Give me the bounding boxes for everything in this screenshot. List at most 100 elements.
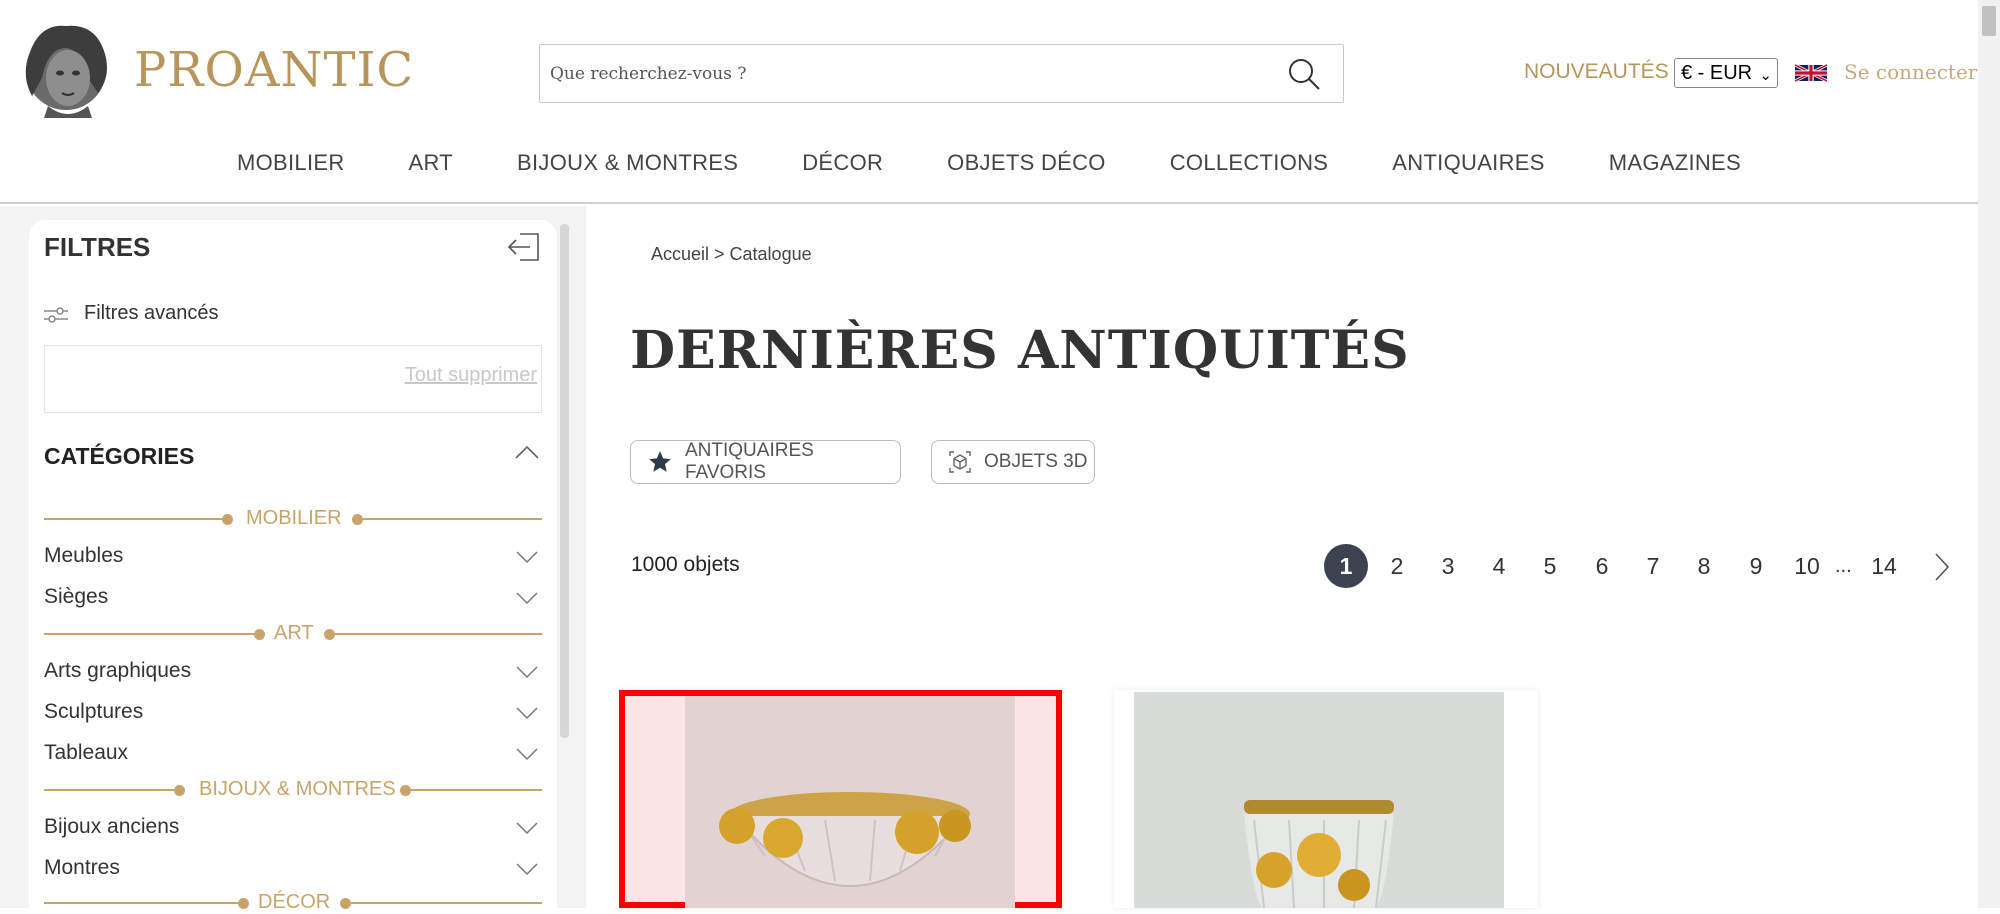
- divider-line: [335, 633, 542, 635]
- nav-item-magazines[interactable]: MAGAZINES: [1577, 150, 1773, 176]
- page-5-button[interactable]: 5: [1528, 544, 1572, 588]
- divider-dot: [222, 514, 233, 525]
- sidebar-scrollbar[interactable]: [560, 224, 569, 738]
- chevron-right-icon[interactable]: [1932, 552, 1952, 582]
- nav-item-bijoux-montres[interactable]: BIJOUX & MONTRES: [485, 150, 770, 176]
- nav-item-objets-deco[interactable]: OBJETS DÉCO: [915, 150, 1138, 176]
- chevron-down-icon[interactable]: [516, 747, 538, 761]
- divider-dot: [174, 785, 185, 796]
- nav-item-mobilier[interactable]: MOBILIER: [205, 150, 377, 176]
- nav-item-art[interactable]: ART: [377, 150, 486, 176]
- nav-item-antiquaires[interactable]: ANTIQUAIRES: [1360, 150, 1576, 176]
- nav-item-decor[interactable]: DÉCOR: [770, 150, 915, 176]
- logo-head-icon: [25, 25, 107, 118]
- logo[interactable]: PROANTIC: [18, 18, 414, 122]
- page-1-button[interactable]: 1: [1324, 544, 1368, 588]
- page-last-button[interactable]: 14: [1862, 544, 1906, 588]
- category-group-label: BIJOUX & MONTRES: [199, 778, 396, 800]
- result-count: 1000 objets: [631, 553, 740, 576]
- main-nav: MOBILIER ART BIJOUX & MONTRES DÉCOR OBJE…: [0, 150, 1978, 176]
- product-image: [685, 696, 1015, 908]
- category-item-label: Meubles: [44, 544, 124, 567]
- filters-title: FILTRES: [44, 232, 151, 262]
- divider-line: [44, 902, 238, 904]
- search-icon[interactable]: [1287, 57, 1321, 91]
- divider-line: [44, 789, 174, 791]
- divider-line: [411, 789, 542, 791]
- category-group-label: ART: [274, 622, 314, 644]
- category-item-label: Sculptures: [44, 700, 144, 723]
- category-group-label: MOBILIER: [246, 507, 342, 529]
- chevron-down-icon[interactable]: [516, 550, 538, 564]
- page-scrollbar[interactable]: [1978, 0, 2000, 908]
- collapse-sidebar-icon[interactable]: [506, 232, 540, 262]
- page-7-button[interactable]: 7: [1631, 544, 1675, 588]
- page-6-button[interactable]: 6: [1580, 544, 1624, 588]
- page-2-button[interactable]: 2: [1375, 544, 1419, 588]
- categories-title[interactable]: CATÉGORIES: [44, 443, 194, 470]
- divider-line: [351, 902, 542, 904]
- page-8-button[interactable]: 8: [1682, 544, 1726, 588]
- category-item-label: Sièges: [44, 585, 109, 608]
- clear-all-link[interactable]: Tout supprimer: [405, 364, 537, 387]
- category-divider-bijoux-montres: BIJOUX & MONTRES: [44, 778, 542, 800]
- divider-dot: [400, 785, 411, 796]
- category-item-arts-graphiques[interactable]: Arts graphiques: [44, 657, 542, 689]
- divider-dot: [340, 898, 351, 909]
- divider-line: [44, 518, 222, 520]
- advanced-filters-link[interactable]: Filtres avancés: [84, 302, 219, 325]
- star-icon: [649, 451, 671, 472]
- divider-dot: [352, 514, 363, 525]
- page-4-button[interactable]: 4: [1477, 544, 1521, 588]
- search-input[interactable]: [550, 45, 1270, 102]
- category-item-label: Arts graphiques: [44, 659, 192, 682]
- divider-line: [363, 518, 542, 520]
- category-item-meubles[interactable]: Meubles: [44, 542, 542, 574]
- category-item-montres[interactable]: Montres: [44, 854, 542, 886]
- category-item-sculptures[interactable]: Sculptures: [44, 698, 542, 730]
- uk-flag-icon[interactable]: [1795, 61, 1827, 85]
- product-card[interactable]: [1114, 690, 1538, 909]
- category-divider-art: ART: [44, 622, 542, 644]
- divider-dot: [324, 629, 335, 640]
- objects-3d-button[interactable]: OBJETS 3D: [931, 440, 1095, 484]
- favorite-dealers-label: ANTIQUAIRES FAVORIS: [685, 440, 814, 483]
- category-item-label: Tableaux: [44, 741, 129, 764]
- product-card[interactable]: [619, 690, 1062, 908]
- cube-3d-icon: [949, 451, 971, 473]
- category-item-bijoux-anciens[interactable]: Bijoux anciens: [44, 813, 542, 845]
- chevron-down-icon[interactable]: [516, 862, 538, 876]
- scrollbar-thumb[interactable]: [1982, 6, 1996, 36]
- page-10-button[interactable]: 10: [1785, 544, 1829, 588]
- nav-item-collections[interactable]: COLLECTIONS: [1138, 150, 1361, 176]
- page-3-button[interactable]: 3: [1426, 544, 1470, 588]
- chevron-down-icon: ⌄: [1759, 67, 1772, 84]
- favorite-dealers-button[interactable]: ANTIQUAIRES FAVORIS: [630, 440, 901, 484]
- category-item-sieges[interactable]: Sièges: [44, 583, 542, 615]
- category-group-label: DÉCOR: [258, 891, 331, 913]
- currency-value: € - EUR: [1681, 62, 1753, 84]
- product-image: [1134, 692, 1504, 909]
- sliders-icon[interactable]: [44, 306, 68, 324]
- page-9-button[interactable]: 9: [1734, 544, 1778, 588]
- divider-line: [44, 633, 254, 635]
- chevron-down-icon[interactable]: [516, 706, 538, 720]
- chevron-down-icon[interactable]: [516, 821, 538, 835]
- category-item-label: Montres: [44, 856, 120, 879]
- chevron-up-icon[interactable]: [514, 444, 540, 460]
- search-bar: [539, 44, 1344, 103]
- login-link[interactable]: Se connecter: [1844, 60, 1977, 84]
- currency-select[interactable]: € - EUR ⌄: [1674, 58, 1778, 88]
- breadcrumb[interactable]: Accueil > Catalogue: [651, 244, 812, 265]
- objects-3d-label: OBJETS 3D: [984, 451, 1088, 472]
- category-item-tableaux[interactable]: Tableaux: [44, 739, 542, 771]
- nouveautes-link[interactable]: NOUVEAUTÉS: [1524, 60, 1669, 84]
- chevron-down-icon[interactable]: [516, 591, 538, 605]
- active-filters-box: Tout supprimer: [44, 345, 542, 413]
- page-title: DERNIÈRES ANTIQUITÉS: [630, 320, 1410, 381]
- category-divider-mobilier: MOBILIER: [44, 507, 542, 529]
- divider-dot: [254, 629, 265, 640]
- site-header: PROANTIC NOUVEAUTÉS € - EUR ⌄ Se connect…: [0, 0, 1978, 204]
- chevron-down-icon[interactable]: [516, 665, 538, 679]
- divider-dot: [238, 898, 249, 909]
